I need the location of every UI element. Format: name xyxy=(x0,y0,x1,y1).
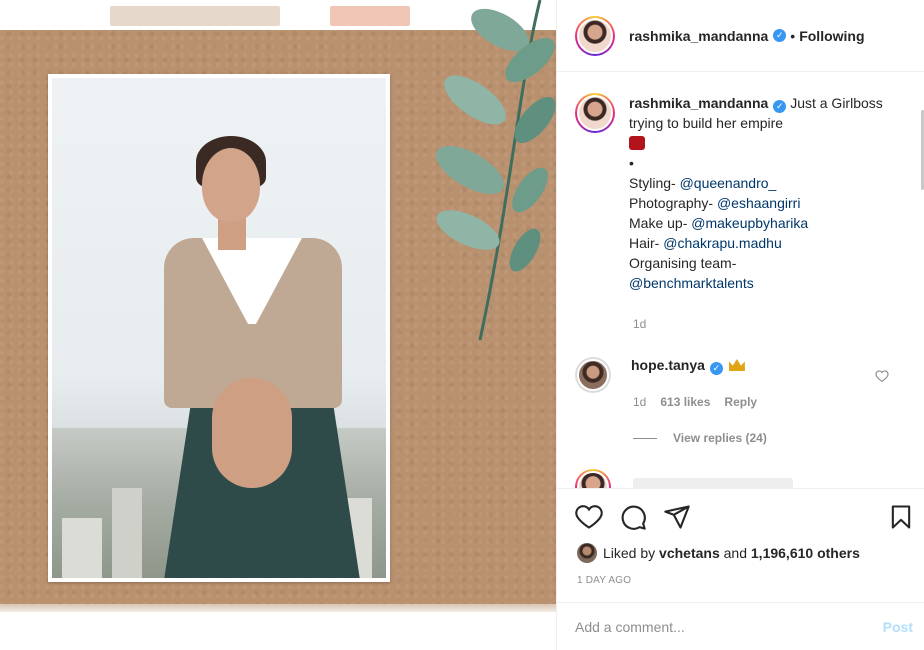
liker-username[interactable]: vchetans xyxy=(659,545,720,561)
bookmark-icon[interactable] xyxy=(887,503,915,531)
mention-link[interactable]: @queenandro_ xyxy=(680,175,777,191)
author-username[interactable]: rashmika_mandanna xyxy=(629,28,768,44)
view-replies-button[interactable]: View replies (24) xyxy=(633,431,767,445)
verified-badge-icon: ✓ xyxy=(709,362,723,375)
caption-avatar[interactable] xyxy=(575,93,615,133)
mention-link[interactable]: @chakrapu.madhu xyxy=(663,235,782,251)
liker-avatar[interactable] xyxy=(577,543,597,563)
credit-organising: Organising team- @benchmarktalents xyxy=(629,255,754,291)
caption-text: rashmika_mandanna ✓ Just a Girlboss tryin… xyxy=(629,93,899,293)
photo-frame xyxy=(48,74,390,582)
likes-count[interactable]: 1,196,610 others xyxy=(751,545,860,561)
next-comment-partial xyxy=(633,478,793,488)
commenter-avatar[interactable] xyxy=(575,357,611,393)
following-button[interactable]: Following xyxy=(799,28,864,44)
next-comment-avatar[interactable] xyxy=(575,469,611,488)
comment-icon[interactable] xyxy=(619,503,647,531)
comment-item: hope.tanya ✓ xyxy=(575,357,915,393)
caption-time[interactable]: 1d xyxy=(633,317,646,331)
view-replies-label: View replies (24) xyxy=(673,431,767,445)
mention-link[interactable]: @makeupbyharika xyxy=(691,215,808,231)
credit-hair: Hair- @chakrapu.madhu xyxy=(629,235,782,251)
comments-area[interactable]: rashmika_mandanna ✓ Just a Girlboss tryin… xyxy=(557,73,924,488)
credit-styling: Styling- @queenandro_ xyxy=(629,175,777,191)
mention-link[interactable]: @benchmarktalents xyxy=(629,275,754,291)
actions-section: Liked by vchetans and 1,196,610 others 1… xyxy=(557,488,924,602)
post-panel: rashmika_mandanna ✓ • Following rashmika… xyxy=(556,0,924,650)
post-header: rashmika_mandanna ✓ • Following xyxy=(557,0,924,72)
caption-bullet: • xyxy=(629,155,634,171)
verified-badge-icon: ✓ xyxy=(773,29,787,42)
add-comment-bar: Post xyxy=(557,602,924,650)
post-comment-button[interactable]: Post xyxy=(883,619,913,635)
share-icon[interactable] xyxy=(663,503,691,531)
likes-middle: and xyxy=(723,545,747,561)
commenter-username[interactable]: hope.tanya xyxy=(631,357,705,373)
credit-makeup: Make up- @makeupbyharika xyxy=(629,215,809,231)
verified-badge-icon: ✓ xyxy=(773,100,787,113)
author-avatar[interactable] xyxy=(575,15,615,56)
credit-photography: Photography- @eshaangirri xyxy=(629,195,801,211)
reply-button[interactable]: Reply xyxy=(724,395,757,409)
torn-paper-bottom xyxy=(0,604,556,650)
post-timestamp[interactable]: 1 DAY AGO xyxy=(577,575,631,586)
red-heart-emoji-icon xyxy=(629,136,645,150)
post-media[interactable] xyxy=(0,0,556,650)
comment-input[interactable] xyxy=(575,618,883,635)
likes-summary: Liked by vchetans and 1,196,610 others xyxy=(577,543,860,563)
comment-meta: 1d 613 likes Reply xyxy=(633,395,757,409)
clasped-hands xyxy=(212,378,292,488)
face xyxy=(202,148,260,222)
comment-likes[interactable]: 613 likes xyxy=(660,395,710,409)
replies-line xyxy=(633,437,657,439)
comment-like-heart-icon[interactable] xyxy=(875,369,889,383)
comment-time[interactable]: 1d xyxy=(633,395,646,409)
caption-username[interactable]: rashmika_mandanna xyxy=(629,95,768,111)
caption: rashmika_mandanna ✓ Just a Girlboss tryin… xyxy=(575,93,915,293)
heart-icon[interactable] xyxy=(575,503,603,531)
portrait-photo xyxy=(52,78,386,578)
leaf-illustration xyxy=(436,0,556,341)
mention-link[interactable]: @eshaangirri xyxy=(717,195,800,211)
likes-prefix: Liked by xyxy=(603,545,656,561)
separator-dot: • xyxy=(790,27,796,44)
crown-emoji-icon xyxy=(728,359,745,371)
comment-text: hope.tanya ✓ xyxy=(631,357,745,393)
